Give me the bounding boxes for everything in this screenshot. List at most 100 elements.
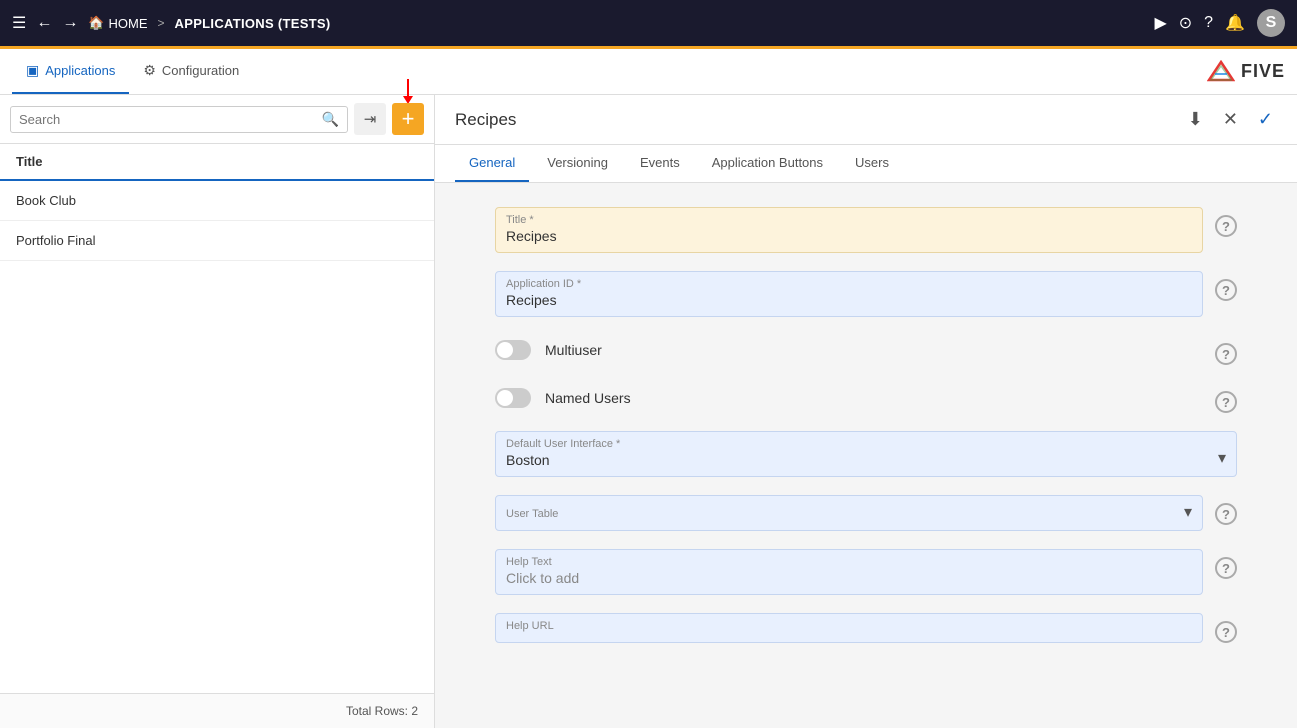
tab-application-buttons[interactable]: Application Buttons — [698, 145, 837, 182]
breadcrumb-separator: > — [158, 16, 165, 30]
title-field: Title * Recipes — [495, 207, 1203, 253]
user-table-help-icon[interactable]: ? — [1215, 503, 1237, 525]
list-item[interactable]: Portfolio Final — [0, 221, 434, 261]
default-ui-inner: Default User Interface * Boston — [506, 438, 1218, 468]
tab-events[interactable]: Events — [626, 145, 694, 182]
sidebar-list-header: Title — [0, 144, 434, 181]
named-users-label: Named Users — [545, 390, 631, 406]
main-layout: 🔍 ⇥ + Title Book Club — [0, 95, 1297, 728]
sidebar-title-column: Title — [16, 154, 43, 169]
top-nav-bar: ☰ ← → 🏠 HOME > APPLICATIONS (TESTS) ▶ ⊙ … — [0, 0, 1297, 46]
list-item[interactable]: Book Club — [0, 181, 434, 221]
help-text-field-container[interactable]: Help Text Click to add — [495, 549, 1203, 595]
forward-icon[interactable]: → — [62, 14, 78, 32]
help-url-label: Help URL — [506, 620, 1192, 632]
tab-bar-wrapper: ▣ Applications ⚙ Configuration FIVE — [0, 46, 1297, 95]
search-icon: 🔍 — [322, 111, 339, 128]
five-logo-icon — [1207, 60, 1239, 84]
user-table-field: User Table ▾ — [495, 495, 1203, 531]
import-icon: ⇥ — [364, 110, 377, 128]
title-help-icon[interactable]: ? — [1215, 215, 1237, 237]
search-input[interactable] — [19, 112, 316, 127]
user-table-dropdown[interactable]: User Table ▾ — [495, 495, 1203, 531]
tab-configuration[interactable]: ⚙ Configuration — [129, 49, 253, 94]
user-table-field-row: User Table ▾ ? — [495, 495, 1237, 531]
multiuser-label: Multiuser — [545, 342, 602, 358]
application-id-field-container[interactable]: Application ID * Recipes — [495, 271, 1203, 317]
five-logo: FIVE — [1207, 60, 1285, 84]
search-nav-icon[interactable]: ⊙ — [1179, 13, 1192, 33]
play-icon[interactable]: ▶ — [1154, 13, 1166, 33]
application-id-field-row: Application ID * Recipes ? — [495, 271, 1237, 317]
default-ui-value: Boston — [506, 452, 1218, 468]
add-button[interactable]: + — [392, 103, 424, 135]
home-label: HOME — [109, 16, 148, 31]
download-button[interactable]: ⬇ — [1184, 105, 1207, 134]
sub-tabs: General Versioning Events Application Bu… — [435, 145, 1297, 183]
panel-header: Recipes ⬇ ✕ ✓ — [435, 95, 1297, 145]
named-users-row: Named Users ? — [495, 383, 1237, 413]
bell-icon[interactable]: 🔔 — [1225, 13, 1245, 33]
close-button[interactable]: ✕ — [1219, 105, 1242, 134]
default-ui-chevron-icon: ▾ — [1218, 448, 1226, 468]
named-users-help-icon[interactable]: ? — [1215, 391, 1237, 413]
application-id-value[interactable]: Recipes — [506, 292, 1192, 308]
help-nav-icon[interactable]: ? — [1204, 14, 1213, 32]
tab-applications-label: Applications — [45, 63, 115, 78]
sidebar-toolbar: 🔍 ⇥ + — [0, 95, 434, 144]
total-rows-label: Total Rows: 2 — [346, 704, 418, 718]
applications-tab-icon: ▣ — [26, 62, 39, 79]
menu-icon[interactable]: ☰ — [12, 13, 26, 33]
help-url-field-container[interactable]: Help URL — [495, 613, 1203, 643]
search-input-wrap[interactable]: 🔍 — [10, 106, 348, 133]
download-icon: ⬇ — [1188, 109, 1203, 130]
title-value[interactable]: Recipes — [506, 228, 1192, 244]
sidebar-footer: Total Rows: 2 — [0, 693, 434, 728]
multiuser-toggle[interactable] — [495, 340, 531, 360]
configuration-tab-icon: ⚙ — [143, 62, 156, 79]
right-panel: Recipes ⬇ ✕ ✓ General Versioning Events — [435, 95, 1297, 728]
user-table-label: User Table — [506, 508, 1184, 520]
tab-configuration-label: Configuration — [162, 63, 239, 78]
confirm-button[interactable]: ✓ — [1254, 105, 1277, 134]
home-link[interactable]: 🏠 HOME — [88, 15, 147, 31]
five-logo-text: FIVE — [1241, 61, 1285, 82]
tab-versioning[interactable]: Versioning — [533, 145, 622, 182]
breadcrumb-label: APPLICATIONS (TESTS) — [175, 16, 331, 31]
default-ui-dropdown[interactable]: Default User Interface * Boston ▾ — [495, 431, 1237, 477]
import-button[interactable]: ⇥ — [354, 103, 386, 135]
help-text-value[interactable]: Click to add — [506, 570, 1192, 586]
title-field-container[interactable]: Title * Recipes — [495, 207, 1203, 253]
tab-general[interactable]: General — [455, 145, 529, 182]
main-tab-bar: ▣ Applications ⚙ Configuration FIVE — [0, 49, 1297, 95]
plus-icon: + — [402, 108, 415, 130]
application-id-label: Application ID * — [506, 278, 1192, 290]
check-icon: ✓ — [1258, 109, 1273, 130]
named-users-container: Named Users — [495, 388, 1203, 408]
multiuser-help-icon[interactable]: ? — [1215, 343, 1237, 365]
user-avatar[interactable]: S — [1257, 9, 1285, 37]
tab-applications[interactable]: ▣ Applications — [12, 49, 129, 94]
multiuser-row: Multiuser ? — [495, 335, 1237, 365]
title-field-row: Title * Recipes ? — [495, 207, 1237, 253]
arrow-indicator — [403, 79, 413, 104]
help-url-help-icon[interactable]: ? — [1215, 621, 1237, 643]
help-text-help-icon[interactable]: ? — [1215, 557, 1237, 579]
sidebar-list: Title Book Club Portfolio Final — [0, 144, 434, 693]
named-users-toggle[interactable] — [495, 388, 531, 408]
default-ui-label: Default User Interface * — [506, 438, 1218, 450]
home-icon: 🏠 — [88, 15, 104, 31]
sidebar: 🔍 ⇥ + Title Book Club — [0, 95, 435, 728]
title-label: Title * — [506, 214, 1192, 226]
panel-title: Recipes — [455, 110, 1172, 130]
application-id-help-icon[interactable]: ? — [1215, 279, 1237, 301]
back-icon[interactable]: ← — [36, 14, 52, 32]
default-ui-field: Default User Interface * Boston ▾ — [495, 431, 1237, 477]
user-table-inner: User Table — [506, 508, 1184, 522]
arrow-line — [407, 79, 409, 97]
tab-users[interactable]: Users — [841, 145, 903, 182]
default-ui-field-row: Default User Interface * Boston ▾ — [495, 431, 1237, 477]
form-area: Title * Recipes ? Application ID * Recip… — [435, 183, 1297, 728]
close-icon: ✕ — [1223, 109, 1238, 130]
help-text-label: Help Text — [506, 556, 1192, 568]
